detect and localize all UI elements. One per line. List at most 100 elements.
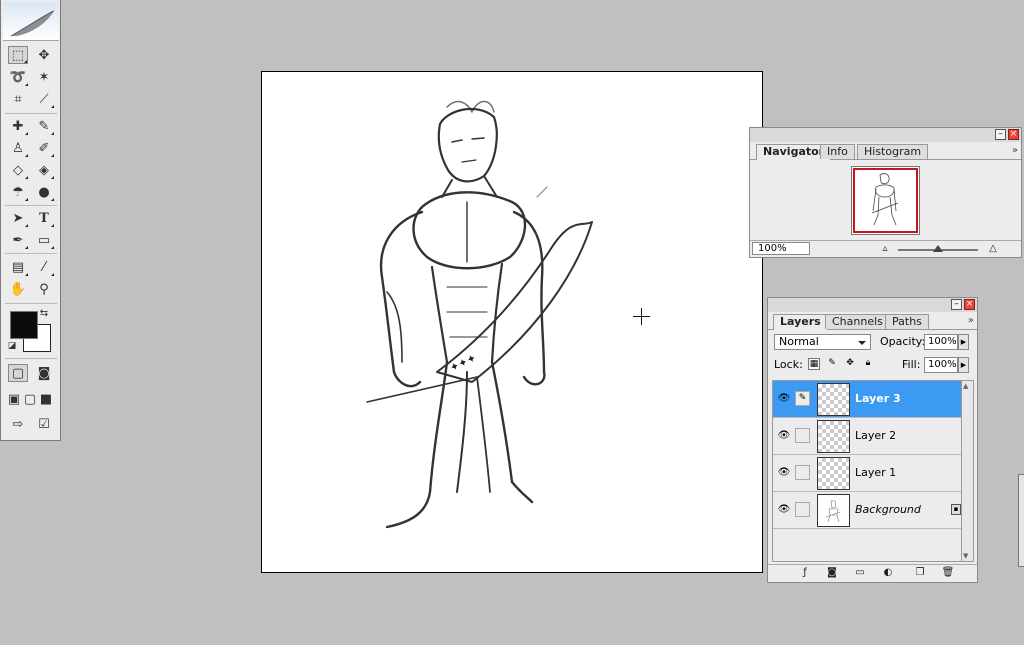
brush-icon[interactable]: ✎ <box>795 391 810 406</box>
tab-info[interactable]: Info <box>820 144 855 159</box>
path-selection-icon[interactable]: ➤ <box>8 209 28 227</box>
add-mask-icon[interactable]: ◙ <box>825 567 839 579</box>
chevron-down-icon <box>858 341 866 345</box>
toolbox-divider <box>5 358 57 359</box>
rectangle-icon[interactable]: ▭ <box>34 231 54 249</box>
layer-row[interactable]: 👁︎ ✎ Layer 3 <box>773 381 961 418</box>
layer-name[interactable]: Background <box>855 503 921 516</box>
standard-screen-mode-icon[interactable]: ▣ <box>6 390 22 408</box>
fill-field[interactable]: 100% <box>924 357 958 373</box>
adobe-online-feather-icon[interactable] <box>3 2 59 41</box>
navigator-thumbnail[interactable] <box>851 166 920 235</box>
eye-icon[interactable]: 👁︎ <box>777 503 791 517</box>
jump-to-imageready-icon[interactable]: ⇨ <box>8 415 28 433</box>
navigator-view-box[interactable] <box>853 168 918 233</box>
layers-panel: – × Layers Channels Paths » Normal Opaci… <box>767 297 978 583</box>
marquee-icon[interactable]: ⬚ <box>8 46 28 64</box>
layer-row[interactable]: 👁︎ Layer 1 <box>773 455 961 492</box>
close-button[interactable]: × <box>1008 129 1019 140</box>
lasso-icon[interactable]: ➰ <box>8 68 28 86</box>
lock-all-icon[interactable]: 🔒︎ <box>862 358 874 370</box>
lock-image-icon[interactable]: ✎ <box>826 358 838 370</box>
link-box[interactable] <box>795 502 810 517</box>
history-brush-icon[interactable]: ✐ <box>34 139 54 157</box>
panel-title-bar[interactable]: – × <box>768 298 977 312</box>
delete-layer-icon[interactable]: 🗑︎ <box>941 567 955 579</box>
layers-footer: ƒ ◙ ▭ ◐ ❐ 🗑︎ <box>768 564 977 582</box>
opacity-arrow-icon[interactable]: ▶ <box>958 334 969 350</box>
pen-icon[interactable]: ✒ <box>8 231 28 249</box>
zoom-out-icon[interactable]: ▵ <box>878 243 892 255</box>
lock-icon: ▪ <box>951 504 961 515</box>
move-icon[interactable]: ✥ <box>34 46 54 64</box>
lock-transparency-icon[interactable]: ▦ <box>808 358 820 370</box>
tab-histogram[interactable]: Histogram <box>857 144 929 159</box>
document-canvas[interactable]: ✦✦✦ <box>261 71 763 573</box>
blend-mode-select[interactable]: Normal <box>774 334 871 350</box>
layer-name[interactable]: Layer 1 <box>855 466 896 479</box>
zoom-in-icon[interactable]: △ <box>986 243 1000 255</box>
eye-icon[interactable]: 👁︎ <box>777 392 791 406</box>
scroll-up-icon[interactable]: ▲ <box>963 382 968 390</box>
close-button[interactable]: × <box>964 299 975 310</box>
minimize-button[interactable]: – <box>951 299 962 310</box>
blur-icon[interactable]: ☂ <box>8 183 28 201</box>
quick-mask-icon[interactable]: ◙ <box>34 364 54 382</box>
eraser-icon[interactable]: ◇ <box>8 161 28 179</box>
type-icon[interactable]: T <box>34 209 54 227</box>
panel-menu-icon[interactable]: » <box>1012 145 1018 156</box>
panel-menu-icon[interactable]: » <box>968 315 974 326</box>
zoom-icon[interactable]: ⚲ <box>34 280 54 298</box>
hand-icon[interactable]: ✋ <box>8 280 28 298</box>
default-colors-icon[interactable]: ◪ <box>6 340 18 352</box>
tab-layers[interactable]: Layers <box>773 314 828 330</box>
paint-bucket-icon[interactable]: ◈ <box>34 161 54 179</box>
zoom-slider-thumb[interactable] <box>933 245 943 252</box>
minimize-button[interactable]: – <box>995 129 1006 140</box>
eyedropper-icon[interactable]: ⁄ <box>34 258 54 276</box>
layers-scrollbar[interactable]: ▲ ▼ <box>962 380 974 562</box>
zoom-field[interactable]: 100% <box>752 242 810 255</box>
new-layer-icon[interactable]: ❐ <box>913 567 927 579</box>
full-screen-mode-icon[interactable]: ■ <box>38 390 54 408</box>
opacity-field[interactable]: 100% <box>924 334 958 350</box>
dodge-icon[interactable]: ● <box>34 183 54 201</box>
swap-colors-icon[interactable]: ⇆ <box>38 307 50 319</box>
new-group-icon[interactable]: ▭ <box>853 567 867 579</box>
layer-thumbnail <box>817 383 850 416</box>
magic-wand-icon[interactable]: ✶ <box>34 68 54 86</box>
layer-row[interactable]: 👁︎ Background ▪ <box>773 492 961 529</box>
foreground-color-swatch[interactable] <box>10 311 38 339</box>
link-box[interactable] <box>795 428 810 443</box>
layer-name[interactable]: Layer 3 <box>855 392 901 405</box>
eye-icon[interactable]: 👁︎ <box>777 466 791 480</box>
eye-icon[interactable]: 👁︎ <box>777 429 791 443</box>
toolbox-divider <box>5 303 57 304</box>
toolbox-divider <box>5 253 57 254</box>
notes-icon[interactable]: ▤ <box>8 258 28 276</box>
slice-icon[interactable]: ⟋ <box>34 90 54 108</box>
layer-style-icon[interactable]: ƒ <box>798 567 812 579</box>
opacity-label: Opacity: <box>880 335 926 348</box>
tab-channels[interactable]: Channels <box>825 314 890 329</box>
scroll-down-icon[interactable]: ▼ <box>963 552 968 560</box>
crop-icon[interactable]: ⌗ <box>8 90 28 108</box>
layer-name[interactable]: Layer 2 <box>855 429 896 442</box>
tab-paths[interactable]: Paths <box>885 314 929 329</box>
fill-arrow-icon[interactable]: ▶ <box>958 357 969 373</box>
brush-icon[interactable]: ✎ <box>34 117 54 135</box>
standard-mode-icon[interactable]: ▢ <box>8 364 28 382</box>
layer-row[interactable]: 👁︎ Layer 2 <box>773 418 961 455</box>
link-box[interactable] <box>795 465 810 480</box>
navigator-footer: 100% ▵ △ <box>750 240 1021 257</box>
checkmark-icon[interactable]: ☑ <box>34 415 54 433</box>
clone-stamp-icon[interactable]: ♙ <box>8 139 28 157</box>
lock-fill-row: Lock: ▦ ✎ ✥ 🔒︎ Fill: 100% ▶ <box>768 353 977 376</box>
crosshair-cursor-icon <box>633 308 650 325</box>
full-screen-menu-mode-icon[interactable]: ▢ <box>22 390 38 408</box>
adjustment-layer-icon[interactable]: ◐ <box>881 567 895 579</box>
healing-brush-icon[interactable]: ✚ <box>8 117 28 135</box>
panel-title-bar[interactable]: – × <box>750 128 1021 142</box>
toolbox-divider <box>5 113 57 114</box>
lock-position-icon[interactable]: ✥ <box>844 358 856 370</box>
